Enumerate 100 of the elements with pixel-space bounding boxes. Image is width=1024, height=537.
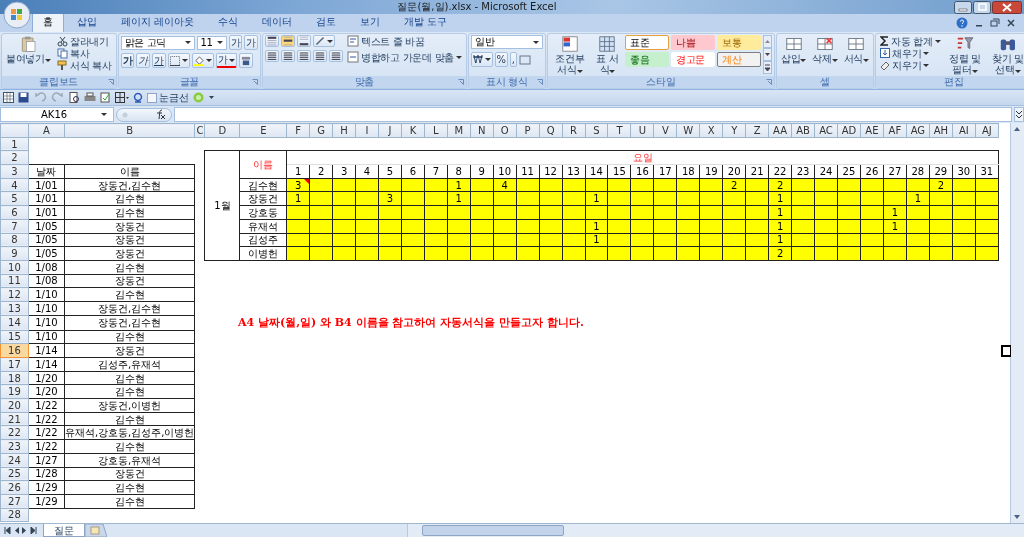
borders-button[interactable] bbox=[167, 53, 190, 68]
underline-button[interactable]: 가 bbox=[151, 53, 166, 68]
column-header[interactable]: U bbox=[630, 123, 654, 138]
minimize-icon[interactable] bbox=[954, 0, 972, 14]
spell-check-icon[interactable] bbox=[100, 92, 111, 103]
column-header[interactable]: Q bbox=[539, 123, 563, 138]
ribbon-tab[interactable]: 보기 bbox=[349, 12, 392, 32]
cell-style-item[interactable]: 보통 bbox=[716, 35, 761, 50]
cell-style-item[interactable]: 표준 bbox=[624, 35, 669, 50]
format-painter-button[interactable]: 서식 복사 bbox=[54, 59, 114, 71]
expand-icon[interactable] bbox=[1014, 107, 1024, 122]
italic-button[interactable]: 가 bbox=[136, 53, 150, 68]
comma-button[interactable]: , bbox=[509, 52, 517, 67]
last-sheet-icon[interactable] bbox=[30, 527, 37, 534]
font-size-dropdown[interactable]: 11 bbox=[196, 35, 227, 50]
merge-center-button[interactable]: 병합하고 가운데 맞춤 bbox=[344, 51, 464, 63]
column-header[interactable]: P bbox=[516, 123, 540, 138]
ribbon-tab[interactable]: 홈 bbox=[32, 12, 64, 32]
column-header[interactable]: AI bbox=[952, 123, 976, 138]
help-icon[interactable] bbox=[956, 17, 968, 29]
percent-button[interactable]: % bbox=[494, 52, 508, 67]
column-header[interactable]: F bbox=[286, 123, 310, 138]
clear-button[interactable]: 지우기 bbox=[878, 59, 943, 71]
column-header[interactable]: N bbox=[470, 123, 494, 138]
cell-style-item[interactable]: 나쁨 bbox=[670, 35, 715, 50]
font-color-button[interactable]: 가 bbox=[215, 53, 238, 68]
insert-cells-button[interactable]: 삽입 bbox=[778, 35, 809, 65]
column-header[interactable]: D bbox=[204, 123, 240, 138]
format-cells-button[interactable]: 서식 bbox=[841, 35, 872, 65]
column-header[interactable]: AF bbox=[883, 123, 907, 138]
previous-sheet-icon[interactable] bbox=[14, 527, 19, 534]
column-header[interactable]: V bbox=[653, 123, 677, 138]
cell-style-item[interactable]: 경고문 bbox=[670, 52, 715, 67]
column-header[interactable]: G bbox=[309, 123, 333, 138]
conditional-formatting-button[interactable]: 조건부 서식 bbox=[549, 35, 590, 76]
number-format-dropdown[interactable]: 일반 bbox=[470, 35, 543, 49]
delete-cells-button[interactable]: 삭제 bbox=[810, 35, 840, 65]
paste-button[interactable]: 붙여넣기 bbox=[4, 35, 53, 65]
orientation-button[interactable] bbox=[312, 35, 335, 47]
sheet-tab[interactable]: 질문 bbox=[43, 524, 85, 537]
ribbon-tab[interactable]: 페이지 레이아웃 bbox=[110, 12, 206, 32]
ribbon-tab[interactable]: 검토 bbox=[305, 12, 348, 32]
column-header[interactable]: B bbox=[64, 123, 195, 138]
ribbon-tab[interactable]: 삽입 bbox=[66, 12, 108, 32]
horizontal-scrollbar[interactable] bbox=[407, 524, 1024, 537]
next-sheet-icon[interactable] bbox=[22, 527, 27, 534]
column-header[interactable]: H bbox=[332, 123, 356, 138]
function-icon[interactable] bbox=[154, 109, 166, 120]
borders-icon[interactable] bbox=[115, 92, 129, 103]
align-top-button[interactable] bbox=[264, 35, 279, 47]
restore-icon[interactable] bbox=[973, 0, 991, 14]
find-select-button[interactable]: 찾기 및 선택 bbox=[986, 35, 1024, 76]
fill-color-button[interactable] bbox=[191, 53, 214, 68]
column-header[interactable]: AC bbox=[814, 123, 838, 138]
close-icon[interactable] bbox=[992, 0, 1022, 14]
align-center-button[interactable] bbox=[280, 50, 295, 62]
grow-font-button[interactable]: 가 bbox=[228, 35, 243, 50]
column-header[interactable]: J bbox=[378, 123, 402, 138]
fill-button[interactable]: 채우기 bbox=[878, 47, 943, 59]
column-header[interactable]: R bbox=[562, 123, 585, 138]
close-icon[interactable] bbox=[1006, 18, 1016, 28]
column-header[interactable]: W bbox=[676, 123, 700, 138]
align-left-button[interactable] bbox=[264, 50, 279, 62]
more-icon[interactable] bbox=[762, 61, 772, 74]
print-preview-icon[interactable] bbox=[69, 92, 80, 103]
ribbon-tab[interactable]: 수식 bbox=[207, 12, 250, 32]
autosum-button[interactable]: 자동 합계 bbox=[878, 35, 943, 47]
shrink-font-button[interactable]: 가 bbox=[244, 35, 258, 50]
align-middle-button[interactable] bbox=[280, 35, 295, 47]
name-box[interactable]: AK16 bbox=[0, 107, 114, 122]
ribbon-tab[interactable]: 개발 도구 bbox=[393, 12, 459, 32]
column-header[interactable]: AJ bbox=[975, 123, 999, 138]
column-header[interactable]: K bbox=[401, 123, 425, 138]
column-header[interactable]: AA bbox=[768, 123, 792, 138]
column-header[interactable]: AB bbox=[791, 123, 815, 138]
column-header[interactable]: A bbox=[28, 123, 65, 138]
ribbon-tab[interactable]: 데이터 bbox=[251, 12, 304, 32]
gridlines-checkbox[interactable]: 눈금선 bbox=[147, 90, 189, 105]
sort-filter-button[interactable]: 정렬 및 필터 bbox=[943, 35, 986, 76]
restore-icon[interactable] bbox=[990, 18, 1000, 28]
cut-button[interactable]: 잘라내기 bbox=[54, 35, 114, 47]
column-header[interactable]: S bbox=[585, 123, 608, 138]
format-as-table-button[interactable]: 표 서식 bbox=[591, 35, 623, 76]
phonetic-button[interactable] bbox=[239, 53, 254, 68]
column-header[interactable]: X bbox=[699, 123, 723, 138]
align-bottom-button[interactable] bbox=[296, 35, 311, 47]
first-sheet-icon[interactable] bbox=[4, 527, 11, 534]
bold-button[interactable]: 가 bbox=[120, 53, 135, 68]
column-header[interactable]: I bbox=[355, 123, 379, 138]
column-header[interactable]: O bbox=[493, 123, 517, 138]
formula-input[interactable] bbox=[174, 107, 1012, 122]
wrap-text-button[interactable]: 텍스트 줄 바꿈 bbox=[344, 35, 464, 47]
column-header[interactable]: C bbox=[194, 123, 205, 138]
column-header[interactable]: L bbox=[424, 123, 448, 138]
column-header[interactable]: Z bbox=[745, 123, 769, 138]
column-header[interactable]: E bbox=[239, 123, 287, 138]
scroll-down-icon[interactable] bbox=[762, 48, 772, 61]
column-header[interactable]: AD bbox=[837, 123, 861, 138]
save-icon[interactable] bbox=[18, 92, 29, 103]
cell-style-item[interactable]: 좋음 bbox=[624, 52, 669, 67]
